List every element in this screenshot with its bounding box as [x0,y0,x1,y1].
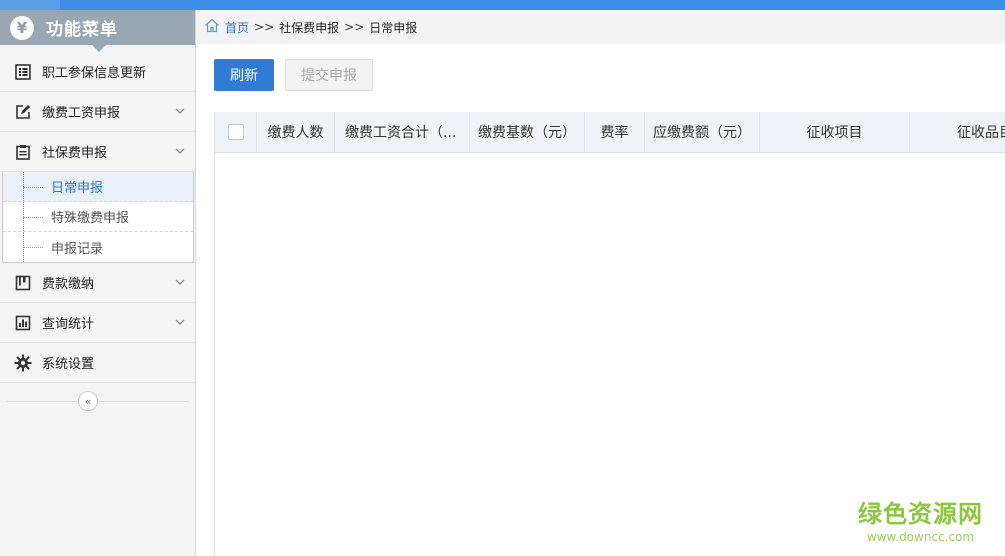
menu-list: 职工参保信息更新 缴费工资申报 社保费申报 日常申报 特殊缴费申报 申报记录 费… [0,52,195,383]
edit-icon [14,103,32,121]
chart-icon [14,314,32,332]
menu-title: 功能菜单 [46,20,118,40]
toolbar: 刷新 提交申报 [214,59,373,91]
sidebar-item-label: 社保费申报 [42,146,108,161]
tree-connector [23,172,47,201]
sidebar-item-fee-payment[interactable]: 费款缴纳 [0,263,195,303]
sidebar-subitem-declaration-records[interactable]: 申报记录 [3,232,193,262]
grid-header-cell[interactable]: 应缴费额（元） [645,112,760,152]
grid-header-checkbox-cell [215,112,257,152]
grid-header-cell[interactable]: 费率 [585,112,645,152]
sidebar-subitem-special-declaration[interactable]: 特殊缴费申报 [3,202,193,232]
chevron-down-icon [175,316,185,331]
grid-header-cell[interactable]: 征收项目 [760,112,910,152]
watermark: 绿色资源网 www.downcc.com [858,494,983,544]
submenu-social-fee: 日常申报 特殊缴费申报 申报记录 [2,172,194,263]
sidebar-item-label: 查询统计 [42,317,95,332]
select-all-checkbox[interactable] [227,124,244,140]
yen-icon: ¥ [10,15,34,40]
watermark-cn: 绿色资源网 [858,500,983,528]
sidebar: ¥ 功能菜单 职工参保信息更新 缴费工资申报 社保费申报 日常申报 特殊缴费申报… [0,10,196,556]
chevron-down-icon [175,276,185,291]
sidebar-subitem-label: 日常申报 [51,181,104,196]
chevron-down-icon [175,105,185,120]
sidebar-subitem-label: 特殊缴费申报 [51,211,130,226]
breadcrumb: 首页 >> 社保费申报 >> 日常申报 [196,10,1005,44]
sidebar-subitem-label: 申报记录 [51,241,104,257]
sidebar-item-wage-declaration[interactable]: 缴费工资申报 [0,92,195,132]
collapse-sidebar-button[interactable]: « [78,391,98,411]
breadcrumb-separator: >> [344,20,365,34]
tree-connector [23,202,47,231]
breadcrumb-level2: 日常申报 [369,20,418,35]
data-grid: 缴费人数 缴费工资合计（... 缴费基数（元） 费率 应缴费额（元） 征收项目 … [214,112,1005,556]
menu-header-arrow [92,45,106,52]
sidebar-item-label: 费款缴纳 [42,277,95,292]
home-icon [204,18,220,36]
sidebar-item-label: 缴费工资申报 [42,106,121,121]
breadcrumb-separator: >> [254,20,275,34]
refresh-button[interactable]: 刷新 [214,59,274,91]
list-icon [14,63,32,81]
tree-connector [23,232,47,262]
sidebar-item-insured-info-update[interactable]: 职工参保信息更新 [0,52,195,92]
clipboard-icon [14,143,32,161]
chevron-down-icon [175,145,185,160]
top-tab-notch [0,0,60,10]
grid-header-cell[interactable]: 缴费工资合计（... [335,112,470,152]
sidebar-item-social-fee-declaration[interactable]: 社保费申报 [0,132,195,172]
breadcrumb-home-link[interactable]: 首页 [225,19,249,36]
submit-declaration-button[interactable]: 提交申报 [285,59,373,91]
breadcrumb-level1[interactable]: 社保费申报 [279,19,339,36]
sidebar-collapse-area: « [0,383,195,419]
grid-header-cell[interactable]: 缴费基数（元） [470,112,585,152]
sidebar-item-label: 职工参保信息更新 [42,66,147,81]
sidebar-item-query-statistics[interactable]: 查询统计 [0,303,195,343]
sidebar-item-system-settings[interactable]: 系统设置 [0,343,195,383]
watermark-en: www.downcc.com [866,530,975,544]
menu-header: ¥ 功能菜单 [0,10,195,52]
grid-header-cell[interactable]: 缴费人数 [257,112,335,152]
gear-icon [14,354,32,372]
sidebar-subitem-daily-declaration[interactable]: 日常申报 [3,172,193,202]
book-icon [14,274,32,292]
grid-header-row: 缴费人数 缴费工资合计（... 缴费基数（元） 费率 应缴费额（元） 征收项目 … [215,112,1005,153]
grid-header-cell[interactable]: 征收品目 [910,112,1005,152]
sidebar-item-label: 系统设置 [42,357,95,372]
top-bar [0,0,1005,10]
